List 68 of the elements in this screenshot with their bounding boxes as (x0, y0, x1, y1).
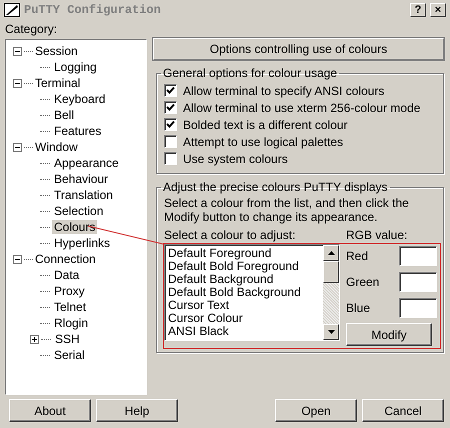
input-field[interactable] (399, 298, 437, 318)
dialog-button[interactable]: Cancel (362, 399, 444, 422)
collapse-icon[interactable] (13, 46, 22, 56)
expand-icon[interactable] (30, 334, 39, 344)
list-label: Select a colour to adjust: (164, 228, 296, 242)
dialog-button[interactable]: About (9, 399, 91, 422)
list-item[interactable]: Default Foreground (168, 247, 320, 260)
description-text: Select a colour from the list, and then click the Modify button to change its appearance. (164, 196, 410, 224)
checkbox[interactable] (164, 101, 177, 114)
tree-item[interactable]: Hyperlinks (52, 236, 112, 250)
dialog-button[interactable]: Help (96, 399, 178, 422)
scroll-down-icon[interactable] (323, 324, 339, 340)
collapse-icon[interactable] (13, 78, 22, 88)
group-title: Adjust the precise colours PuTTY displays (162, 180, 389, 194)
close-button[interactable]: × (430, 3, 446, 17)
tree-item[interactable]: Colours (52, 220, 98, 234)
checkbox[interactable] (164, 84, 177, 97)
checkbox-label[interactable]: Allow terminal to use xterm 256-colour mode (183, 100, 420, 114)
scroll-thumb[interactable] (323, 261, 339, 283)
list-item[interactable]: Default Bold Background (168, 286, 320, 299)
list-item[interactable]: Cursor Colour (168, 312, 320, 325)
tree-item[interactable]: Bell (52, 108, 76, 122)
tree-item[interactable]: Logging (52, 60, 99, 74)
field-label: Green (346, 275, 380, 289)
tree-item[interactable]: Data (52, 268, 82, 282)
list-item[interactable]: Default Bold Foreground (168, 260, 320, 273)
modify-button[interactable]: Modify (346, 323, 432, 346)
checkbox-label[interactable]: Attempt to use logical palettes (183, 134, 344, 148)
tree-item[interactable]: SSH (53, 332, 82, 346)
collapse-icon[interactable] (13, 254, 22, 264)
list-item[interactable]: Default Background (168, 273, 320, 286)
field-label: Blue (346, 301, 370, 315)
list-item[interactable]: ANSI Black (168, 325, 320, 338)
list-item[interactable]: Cursor Text (168, 299, 320, 312)
panel-header: Options controlling use of colours (153, 38, 444, 60)
checkbox[interactable] (164, 152, 177, 165)
checkbox[interactable] (164, 118, 177, 131)
tree-item[interactable]: Connection (33, 252, 98, 266)
tree-item[interactable]: Proxy (52, 284, 87, 298)
tree-item[interactable]: Terminal (33, 76, 82, 90)
app-icon (4, 3, 20, 17)
checkbox-label[interactable]: Allow terminal to specify ANSI colours (183, 84, 384, 98)
tree-item[interactable]: Appearance (52, 156, 121, 170)
checkbox-label[interactable]: Bolded text is a different colour (183, 118, 348, 132)
rgb-label: RGB value: (346, 228, 408, 242)
tree-item[interactable]: Keyboard (52, 92, 108, 106)
tree-item[interactable]: Telnet (52, 300, 88, 314)
tree-item[interactable]: Rlogin (52, 316, 90, 330)
tree-item[interactable]: Selection (52, 204, 106, 218)
group-title: General options for colour usage (162, 66, 338, 80)
input-field[interactable] (399, 272, 437, 292)
tree-item[interactable]: Features (52, 124, 104, 138)
input-field[interactable] (399, 246, 437, 266)
tree-item[interactable]: Session (33, 44, 80, 58)
window-title: PuTTY Configuration (24, 3, 162, 17)
colour-list[interactable]: Default Foreground Default Bold Foreground Default Background Default Bold Background Cursor Text Cursor Colour ANSI Black (164, 244, 340, 341)
dialog-button[interactable]: Open (275, 399, 357, 422)
field-label: Red (346, 249, 368, 263)
checkbox[interactable] (164, 135, 177, 148)
collapse-icon[interactable] (13, 142, 22, 152)
checkbox-label[interactable]: Use system colours (183, 152, 288, 166)
tree-item[interactable]: Behaviour (52, 172, 110, 186)
tree-item[interactable]: Translation (52, 188, 115, 202)
scroll-up-icon[interactable] (323, 245, 339, 261)
tree-item[interactable]: Serial (52, 348, 87, 362)
category-label: Category: (5, 22, 58, 36)
tree-item[interactable]: Window (33, 140, 80, 154)
help-button[interactable]: ? (410, 3, 426, 17)
